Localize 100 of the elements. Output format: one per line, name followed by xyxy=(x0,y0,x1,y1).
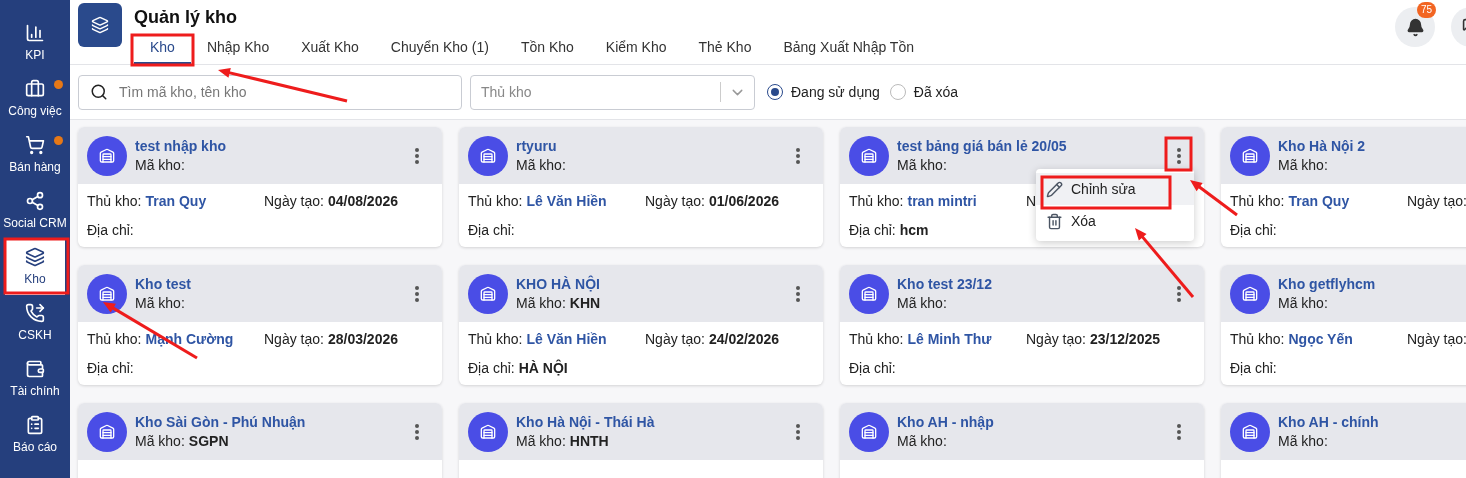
keeper-label: Thủ kho: xyxy=(849,331,904,347)
tab[interactable]: Tồn Kho xyxy=(504,32,590,65)
address-label: Địa chỉ: xyxy=(468,222,515,238)
page-title: Quản lý kho xyxy=(134,6,239,28)
keeper-label: Thủ kho: xyxy=(87,331,142,347)
sidebar-item[interactable]: CSKH xyxy=(5,295,65,351)
date-label: Ngày tạo: xyxy=(264,193,324,209)
warehouse-name[interactable]: rtyuru xyxy=(516,136,787,156)
keeper-name[interactable]: Ngọc Yến xyxy=(1288,331,1353,347)
sidebar-item[interactable]: Kho xyxy=(5,239,65,295)
warehouse-icon xyxy=(99,147,115,164)
tab[interactable]: Thẻ Kho xyxy=(682,32,768,65)
sidebar-item[interactable]: Bán hàng xyxy=(5,127,65,183)
annotation-arrow xyxy=(1135,228,1195,298)
address-label: Địa chỉ: xyxy=(1230,222,1277,238)
keeper-label: Thủ kho: xyxy=(1230,331,1285,347)
code-label: Mã kho: xyxy=(135,432,185,449)
phone-icon xyxy=(25,302,45,323)
address-label: Địa chỉ: xyxy=(87,360,134,376)
trash-icon xyxy=(1046,212,1063,230)
sidebar-item[interactable]: Báo cáo xyxy=(5,407,65,463)
keeper-label: Thủ kho: xyxy=(87,193,142,209)
tab[interactable]: Nhập Kho xyxy=(190,32,286,65)
warehouse-icon xyxy=(1242,285,1258,302)
code-label: Mã kho: xyxy=(1278,156,1328,173)
stack-icon xyxy=(91,16,109,34)
tab[interactable]: Kiểm Kho xyxy=(589,32,683,65)
tab[interactable]: Bảng Xuất Nhập Tồn xyxy=(767,32,930,65)
warehouse-icon xyxy=(99,423,115,440)
code-label: Mã kho: xyxy=(516,432,566,449)
date-label: Ngày tạo: xyxy=(645,331,705,347)
highlight-frame xyxy=(1164,136,1193,172)
code-value: SGPN xyxy=(188,432,229,449)
date-value: 24/02/2026 xyxy=(708,331,779,347)
share-icon xyxy=(25,190,45,211)
notifications-button[interactable] xyxy=(1395,7,1435,47)
sidebar-item[interactable]: Công việc xyxy=(5,71,65,127)
keeper-name[interactable]: Tran Quy xyxy=(1288,193,1350,209)
date-value: 28/03/2026 xyxy=(327,331,398,347)
keeper-name[interactable]: tran mintri xyxy=(907,193,977,209)
keeper-label: Thủ kho: xyxy=(468,331,523,347)
warehouse-icon xyxy=(861,423,877,440)
warehouse-icon xyxy=(861,147,877,164)
clipboard-icon xyxy=(25,414,45,435)
keeper-name[interactable]: Lê Văn Hiền xyxy=(526,331,607,347)
more-icon xyxy=(796,285,800,302)
code-label: Mã kho: xyxy=(135,294,185,311)
warehouse-name[interactable]: Kho test xyxy=(135,274,406,294)
code-label: Mã kho: xyxy=(1278,432,1328,449)
status-radio[interactable]: Đã xóa xyxy=(889,81,959,103)
wallet-icon xyxy=(25,358,45,379)
warehouse-icon xyxy=(99,285,115,302)
date-label: Ngày tạo: xyxy=(645,193,705,209)
warehouse-name[interactable]: Kho AH - nhập xyxy=(897,412,1168,432)
address-value: HÀ NỘI xyxy=(518,360,568,376)
sidebar-item[interactable]: Social CRM xyxy=(5,183,65,239)
warehouse-name[interactable]: Kho AH - chính xyxy=(1278,412,1466,432)
code-label: Mã kho: xyxy=(516,156,566,173)
more-icon xyxy=(415,147,419,164)
status-radio[interactable]: Đang sử dụng xyxy=(767,81,880,103)
menu-item[interactable]: Xóa xyxy=(1036,205,1194,237)
tab[interactable]: Chuyển Kho (1) xyxy=(374,32,505,65)
bell-icon xyxy=(1405,17,1425,37)
code-label: Mã kho: xyxy=(897,294,947,311)
address-label: Địa chỉ: xyxy=(468,360,515,376)
code-value: HNTH xyxy=(569,432,609,449)
highlight-frame xyxy=(130,33,195,67)
address-label: Địa chỉ: xyxy=(849,360,896,376)
sidebar-item[interactable]: Tài chính xyxy=(5,351,65,407)
warehouse-name[interactable]: test nhập kho xyxy=(135,136,406,156)
warehouse-name[interactable]: Kho Sài Gòn - Phú Nhuận xyxy=(135,412,406,432)
keeper-name[interactable]: Lê Minh Thư xyxy=(907,331,992,347)
warehouse-name[interactable]: test bảng giá bán lẻ 20/05 xyxy=(897,136,1168,156)
keeper-name[interactable]: Lê Văn Hiền xyxy=(526,193,607,209)
warehouse-name[interactable]: Kho test 23/12 xyxy=(897,274,1168,294)
menu-item[interactable]: Chỉnh sửa xyxy=(1036,173,1194,205)
warehouse-name[interactable]: Kho Hà Nội - Thái Hà xyxy=(516,412,787,432)
tab[interactable]: Xuất Kho xyxy=(285,32,375,65)
keeper-name[interactable]: Tran Quy xyxy=(145,193,207,209)
code-label: Mã kho: xyxy=(1278,294,1328,311)
code-label: Mã kho: xyxy=(897,156,947,173)
pencil-icon xyxy=(1046,180,1063,198)
warehouse-icon xyxy=(480,423,496,440)
warehouse-icon xyxy=(1242,147,1258,164)
search-field[interactable]: Tìm mã kho, tên kho xyxy=(78,74,462,110)
keeper-label: Thủ kho: xyxy=(849,193,904,209)
briefcase-icon xyxy=(25,78,45,99)
code-label: Mã kho: xyxy=(897,432,947,449)
sidebar-item[interactable]: KPI xyxy=(5,15,65,71)
date-label: Ngày tạo: xyxy=(264,331,324,347)
address-label: Địa chỉ: xyxy=(849,222,896,238)
keeper-select[interactable]: Thủ kho xyxy=(470,74,755,110)
date-label: Ngày tạo: xyxy=(1026,331,1086,347)
warehouse-name[interactable]: Kho Hà Nội 2 xyxy=(1278,136,1466,156)
warehouse-name[interactable]: Kho getflyhcm xyxy=(1278,274,1466,294)
warehouse-name[interactable]: KHO HÀ NỘI xyxy=(516,274,787,294)
more-icon xyxy=(1177,147,1181,164)
highlight-frame xyxy=(3,237,70,295)
warehouse-icon xyxy=(1242,423,1258,440)
keeper-label: Thủ kho: xyxy=(468,193,523,209)
